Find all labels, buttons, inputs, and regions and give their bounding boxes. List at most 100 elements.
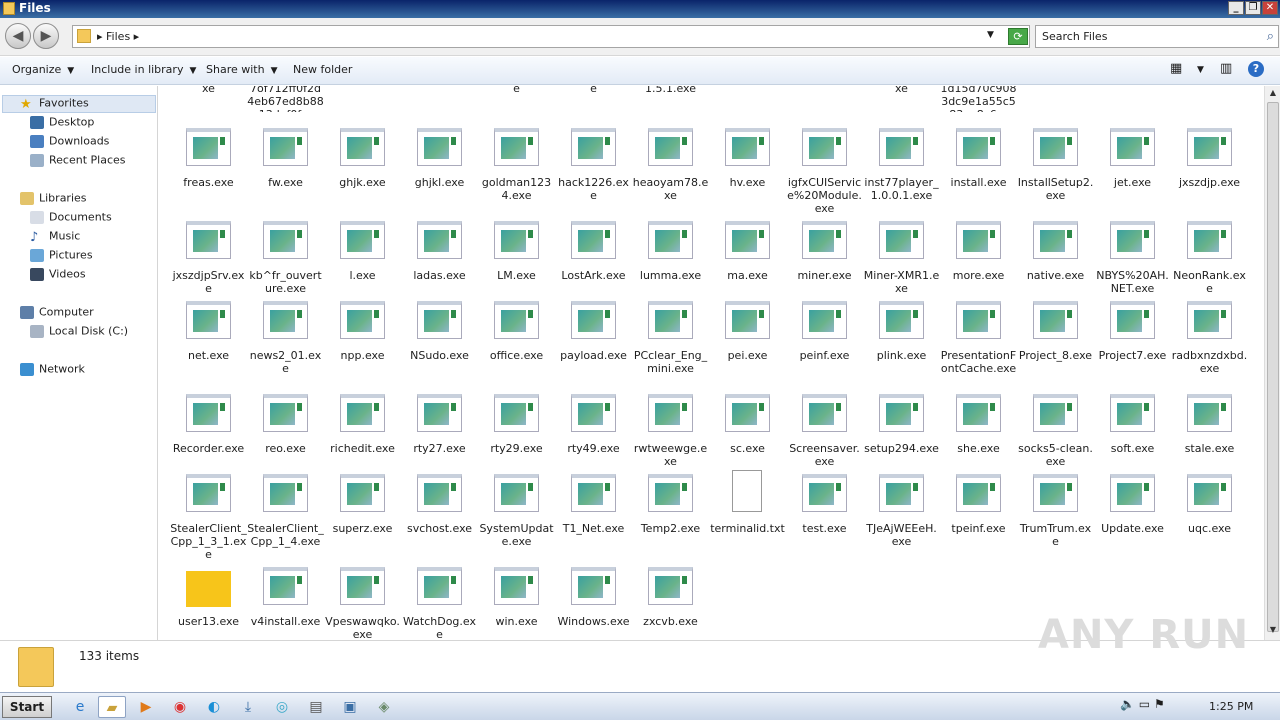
app-icon[interactable]: ◎	[268, 696, 296, 718]
maximize-button[interactable]: ❐	[1245, 1, 1261, 15]
sidebar-item-libraries[interactable]: Libraries	[20, 191, 87, 208]
forward-button[interactable]: ▶	[33, 23, 59, 49]
file-name: InstallSetup2.exe	[1017, 176, 1094, 202]
file-icon	[879, 474, 924, 512]
file-name: soft.exe	[1110, 442, 1155, 455]
search-input[interactable]: Search Files ⌕	[1035, 25, 1279, 48]
navigation-pane: ★ Favorites Desktop Downloads Recent Plac…	[0, 86, 158, 640]
refresh-icon[interactable]: ⟳	[1008, 28, 1028, 45]
file-icon	[1033, 128, 1078, 166]
system-tray[interactable]: 🔈 ▭ ⚑	[1120, 697, 1165, 711]
explorer-icon[interactable]: ▰	[98, 696, 126, 718]
edge-icon[interactable]: ◐	[200, 696, 228, 718]
app-icon[interactable]: ▣	[336, 696, 364, 718]
file-name: e	[590, 86, 597, 95]
file-name: SystemUpdate.exe	[479, 522, 554, 548]
file-name: ghjkl.exe	[414, 176, 465, 189]
file-name: xe	[202, 86, 215, 95]
file-name: fw.exe	[268, 176, 303, 189]
chevron-down-icon[interactable]: ▼	[1197, 65, 1204, 75]
file-icon	[263, 394, 308, 432]
app-icon[interactable]: ◈	[370, 696, 398, 718]
sidebar-item-desktop[interactable]: Desktop	[30, 115, 94, 132]
file-name: 1d15d70c9083dc9e1a55c583ea8c6…	[940, 86, 1017, 112]
vertical-scrollbar[interactable]: ▲ ▼	[1264, 86, 1280, 640]
sidebar-item-favorites[interactable]: ★ Favorites	[20, 96, 89, 113]
file-name: native.exe	[1026, 269, 1085, 282]
file-icon	[956, 221, 1001, 259]
watermark-logo: ANY RUN	[1038, 612, 1250, 658]
file-name: Project7.exe	[1098, 349, 1167, 362]
new-folder-button[interactable]: New folder	[293, 63, 352, 76]
file-name: win.exe	[495, 615, 538, 628]
sidebar-item-pictures[interactable]: Pictures	[30, 248, 93, 265]
disk-icon	[30, 324, 44, 338]
scroll-up-icon[interactable]: ▲	[1267, 88, 1279, 101]
file-icon	[263, 567, 308, 605]
file-name: Screensaver.exe	[789, 442, 860, 468]
view-options-icon[interactable]: ▦	[1170, 61, 1182, 76]
start-button[interactable]: Start	[2, 696, 52, 718]
sidebar-item-network[interactable]: Network	[20, 362, 85, 379]
sidebar-item-videos[interactable]: Videos	[30, 267, 86, 284]
share-with-button[interactable]: Share with ▼	[206, 63, 278, 76]
sidebar-item-downloads[interactable]: Downloads	[30, 134, 109, 151]
file-icon	[648, 128, 693, 166]
file-icon	[1033, 221, 1078, 259]
chrome-icon[interactable]: ◉	[166, 696, 194, 718]
file-icon	[494, 394, 539, 432]
file-name: goldman1234.exe	[481, 176, 552, 202]
flag-icon[interactable]: ⚑	[1154, 697, 1165, 711]
downloads-icon	[30, 134, 44, 148]
sidebar-item-music[interactable]: ♪ Music	[30, 229, 80, 246]
pictures-icon	[30, 248, 44, 262]
file-name: kb^fr_ouverture.exe	[249, 269, 322, 295]
file-icon	[956, 394, 1001, 432]
media-player-icon[interactable]: ▶	[132, 696, 160, 718]
file-icon	[417, 567, 462, 605]
organize-button[interactable]: Organize ▼	[12, 63, 74, 76]
help-icon[interactable]: ?	[1248, 61, 1264, 77]
back-button[interactable]: ◀	[5, 23, 31, 49]
file-name: ladas.exe	[413, 269, 466, 282]
file-icon	[725, 394, 770, 432]
scroll-thumb[interactable]	[1267, 102, 1279, 632]
file-name: office.exe	[489, 349, 544, 362]
sidebar-item-computer[interactable]: Computer	[20, 305, 94, 322]
preview-pane-icon[interactable]: ▥	[1220, 61, 1232, 76]
include-in-library-button[interactable]: Include in library ▼	[91, 63, 196, 76]
star-icon: ★	[20, 96, 32, 112]
computer-icon	[20, 305, 34, 319]
file-name: NBYS%20AH.NET.exe	[1096, 269, 1169, 295]
download-icon[interactable]: ⤓	[234, 696, 262, 718]
file-name: lumma.exe	[639, 269, 702, 282]
chevron-down-icon[interactable]: ▼	[987, 30, 994, 40]
close-button[interactable]: ✕	[1262, 1, 1278, 15]
file-icon	[571, 221, 616, 259]
ie-icon[interactable]: e	[66, 696, 94, 718]
sidebar-item-local-disk[interactable]: Local Disk (C:)	[30, 324, 128, 341]
file-name: xe	[895, 86, 908, 95]
speaker-icon[interactable]: 🔈	[1120, 697, 1135, 711]
folder-icon	[18, 647, 54, 687]
breadcrumb[interactable]: ▸ Files ▸	[97, 30, 139, 43]
file-name: Temp2.exe	[640, 522, 701, 535]
sidebar-item-documents[interactable]: Documents	[30, 210, 112, 227]
file-icon	[571, 567, 616, 605]
file-name: terminalid.txt	[710, 522, 785, 535]
file-icon	[340, 128, 385, 166]
network-icon[interactable]: ▭	[1139, 697, 1150, 711]
scroll-down-icon[interactable]: ▼	[1267, 625, 1279, 638]
address-field[interactable]: ▸ Files ▸ ▼	[72, 25, 1030, 48]
file-name: 1.5.1.exe	[645, 86, 696, 95]
search-icon[interactable]: ⌕	[1267, 29, 1274, 44]
file-name: rwtweewge.exe	[633, 442, 708, 468]
minimize-button[interactable]: _	[1228, 1, 1244, 15]
sidebar-item-recent-places[interactable]: Recent Places	[30, 153, 126, 170]
file-icon	[494, 301, 539, 339]
file-icon	[494, 567, 539, 605]
file-name: svchost.exe	[406, 522, 473, 535]
file-icon	[956, 128, 1001, 166]
file-icon	[648, 221, 693, 259]
calculator-icon[interactable]: ▤	[302, 696, 330, 718]
